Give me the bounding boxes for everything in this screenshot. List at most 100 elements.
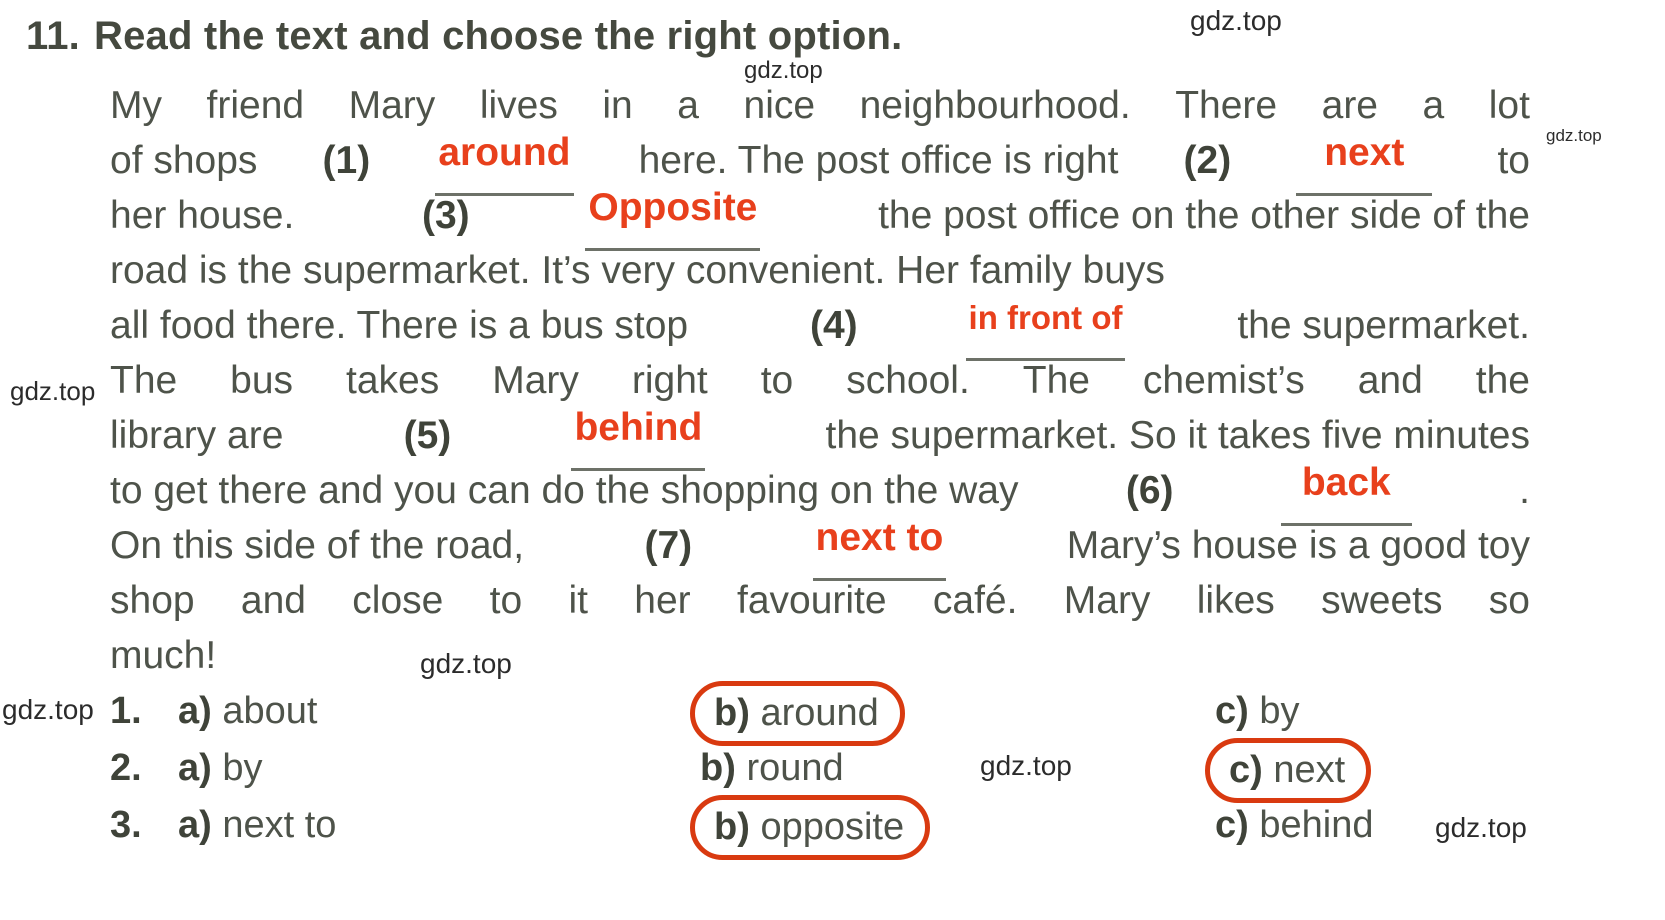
word: a (677, 84, 699, 127)
word: a (1422, 84, 1445, 127)
passage-text: . (1519, 469, 1530, 512)
page-title: 11. Read the text and choose the right op… (26, 14, 902, 59)
word: her (634, 579, 691, 622)
word: and (240, 579, 306, 622)
word: to (760, 359, 794, 402)
watermark: gdz.top (1546, 126, 1602, 145)
word: chemist’s (1142, 359, 1305, 402)
reading-passage: My friend Mary lives in a nice neighbour… (110, 78, 1530, 683)
option-letter: b) (714, 692, 750, 734)
passage-line: The bus takes Mary right to school. The … (110, 353, 1530, 408)
word: are (1321, 84, 1378, 127)
selected-answer-circle: b) opposite (689, 795, 931, 860)
option-label: by (1259, 690, 1300, 732)
option-row-2: 2. a) by b) round c) next (110, 738, 1590, 804)
option-label: next (1273, 749, 1346, 791)
passage-text: to get there and you can do the shopping… (110, 469, 1019, 512)
passage-text: of shops (110, 139, 258, 182)
passage-text: library are (110, 414, 284, 457)
word: There (1175, 84, 1278, 127)
option-label: next to (222, 804, 337, 846)
word: it (568, 579, 588, 622)
passage-text: the supermarket. (1237, 304, 1530, 347)
word: nice (743, 84, 816, 127)
passage-text: the post office on the other side of the (878, 194, 1530, 237)
passage-text: road is the supermarket. It’s very conve… (110, 249, 1165, 292)
answer-blank-3[interactable]: Opposite (585, 188, 761, 251)
option-row-1: 1. a) about b) around c) by (110, 681, 1590, 747)
passage-line: My friend Mary lives in a nice neighbour… (110, 78, 1530, 133)
answer-blank-7[interactable]: next to (812, 518, 947, 581)
word: friend (206, 84, 305, 127)
answer-blank-2[interactable]: next (1296, 133, 1433, 196)
blank-marker-6: (6) (1125, 469, 1174, 512)
answer-blank-4[interactable]: in front of (965, 298, 1126, 361)
passage-text: here. The post office is right (638, 139, 1119, 182)
passage-text: her house. (110, 194, 295, 237)
word: The (110, 359, 178, 402)
option-letter: c) (1215, 690, 1249, 732)
answer-options: 1. a) about b) around c) by 2. a) by b) … (110, 681, 1590, 861)
option-1a[interactable]: a) about (178, 690, 317, 733)
question-number-3: 3. (110, 804, 142, 846)
exercise-title: Read the text and choose the right optio… (94, 14, 903, 58)
selected-answer-circle: b) around (690, 681, 905, 746)
word: and (1357, 359, 1423, 402)
word: likes (1196, 579, 1275, 622)
passage-text: the supermarket. So it takes five minute… (825, 414, 1530, 457)
answer-blank-5[interactable]: behind (571, 408, 706, 471)
option-letter: c) (1229, 749, 1263, 791)
word: The (1022, 359, 1090, 402)
option-letter: a) (178, 690, 212, 732)
option-letter: b) (714, 806, 750, 848)
answer-blank-6[interactable]: back (1280, 463, 1412, 526)
option-1c[interactable]: c) by (1215, 690, 1300, 733)
word: favourite (736, 579, 887, 622)
passage-text: to (1497, 139, 1530, 182)
passage-text: On this side of the road, (110, 524, 525, 567)
word: lot (1488, 84, 1530, 127)
word: school. (846, 359, 970, 402)
passage-line: library are (5) behind the supermarket. … (110, 408, 1530, 471)
watermark: gdz.top (1435, 812, 1527, 843)
watermark: gdz.top (1190, 5, 1282, 36)
question-number-2: 2. (110, 747, 142, 789)
option-label: by (222, 747, 263, 789)
option-3a[interactable]: a) next to (178, 804, 336, 847)
option-3c[interactable]: c) behind (1215, 804, 1373, 847)
passage-text: all food there. There is a bus stop (110, 304, 689, 347)
blank-marker-4: (4) (810, 304, 858, 347)
word: My (110, 84, 162, 127)
word: in (602, 84, 633, 127)
word: Mary (492, 359, 579, 402)
word: the (1475, 359, 1530, 402)
watermark: gdz.top (2, 694, 94, 725)
answer-blank-1[interactable]: around (435, 133, 574, 196)
option-2b[interactable]: b) round (700, 747, 844, 790)
word: sweets (1321, 579, 1443, 622)
option-label: opposite (760, 806, 905, 848)
option-3b[interactable]: b) opposite (689, 795, 931, 860)
option-letter: b) (700, 747, 736, 789)
option-label: behind (1259, 804, 1374, 846)
watermark: gdz.top (744, 57, 823, 84)
blank-marker-1: (1) (322, 139, 371, 182)
passage-line: much! (110, 628, 1530, 683)
word: café. (932, 579, 1018, 622)
passage-line: On this side of the road, (7) next to Ma… (110, 518, 1530, 581)
passage-line: to get there and you can do the shopping… (110, 463, 1530, 526)
blank-marker-2: (2) (1183, 139, 1232, 182)
word: so (1488, 579, 1530, 622)
passage-line: her house. (3) Opposite the post office … (110, 188, 1530, 251)
option-2c[interactable]: c) next (1204, 738, 1372, 803)
exercise-number: 11. (26, 14, 80, 58)
option-1b[interactable]: b) around (690, 681, 905, 746)
watermark: gdz.top (10, 376, 96, 406)
question-number-1: 1. (110, 690, 142, 732)
option-2a[interactable]: a) by (178, 747, 263, 790)
passage-line: of shops (1) around here. The post offic… (110, 133, 1530, 196)
option-label: about (222, 690, 318, 732)
passage-line: shop and close to it her favourite café.… (110, 573, 1530, 628)
selected-answer-circle: c) next (1204, 738, 1372, 803)
option-letter: a) (178, 804, 212, 846)
